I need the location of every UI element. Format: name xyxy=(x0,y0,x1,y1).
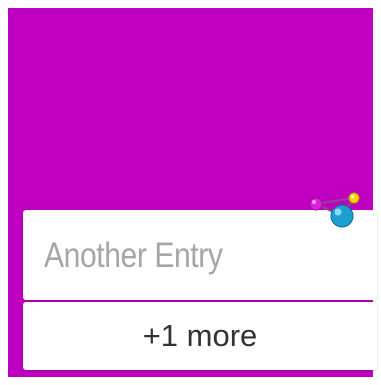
molecule-app-icon xyxy=(309,192,360,228)
more-button[interactable]: +1 more xyxy=(23,302,377,370)
entry-title: Another Entry xyxy=(44,236,223,275)
more-label: +1 more xyxy=(142,318,258,353)
